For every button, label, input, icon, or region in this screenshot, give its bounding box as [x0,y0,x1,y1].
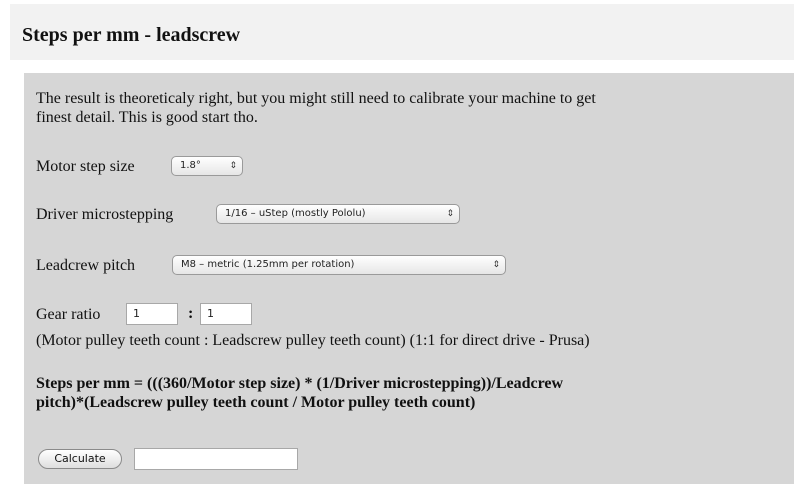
pitch-value: M8 – metric (1.25mm per rotation) [181,259,355,270]
intro-text: The result is theoreticaly right, but yo… [36,89,596,127]
microstepping-value: 1/16 – uStep (mostly Pololu) [225,208,366,219]
intro-line-2: finest detail. This is good start tho. [36,109,258,126]
gear-ratio-label: Gear ratio [36,306,101,323]
microstepping-label: Driver microstepping [36,206,174,223]
intro-line-1: The result is theoreticaly right, but yo… [36,90,596,107]
result-field[interactable] [134,448,298,470]
formula-text: Steps per mm = (((360/Motor step size) *… [36,374,563,412]
pitch-label: Leadcrew pitch [36,257,136,274]
motor-step-value: 1.8° [180,160,201,171]
gear-ratio-hint: (Motor pulley teeth count : Leadscrew pu… [36,332,590,349]
select-arrows-icon: ⇕ [492,260,500,270]
select-arrows-icon: ⇕ [446,209,454,219]
formula-line-1: Steps per mm = (((360/Motor step size) *… [36,375,564,392]
header-bar: Steps per mm - leadscrew [10,4,794,60]
motor-step-label: Motor step size [36,158,135,175]
formula-line-2: pitch)*(Leadscrew pulley teeth count / M… [36,394,476,411]
calculator-panel: The result is theoreticaly right, but yo… [24,73,794,484]
motor-teeth-input[interactable]: 1 [126,303,178,325]
pitch-select[interactable]: M8 – metric (1.25mm per rotation) ⇕ [172,255,506,275]
page: Steps per mm - leadscrew The result is t… [0,0,808,495]
calculate-button[interactable]: Calculate [38,449,122,469]
motor-step-select[interactable]: 1.8° ⇕ [171,156,243,176]
microstepping-select[interactable]: 1/16 – uStep (mostly Pololu) ⇕ [216,204,460,224]
leadscrew-teeth-input[interactable]: 1 [200,303,252,325]
page-title: Steps per mm - leadscrew [22,24,241,46]
gear-ratio-separator: : [188,305,194,322]
select-arrows-icon: ⇕ [229,161,237,171]
